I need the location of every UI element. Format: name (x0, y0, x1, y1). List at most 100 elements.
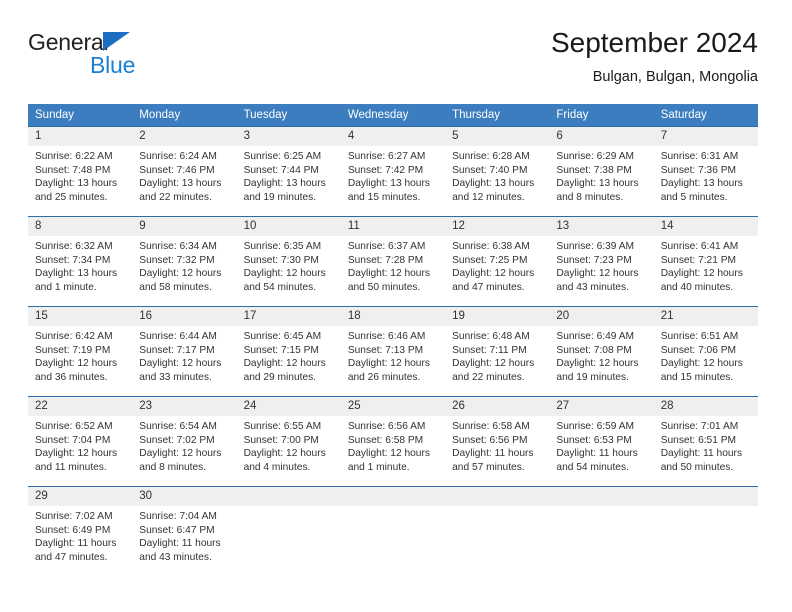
daylight-text-line2: and 29 minutes. (243, 371, 317, 383)
sunrise-text: Sunrise: 6:52 AM (35, 421, 113, 432)
daylight-text-line1: Daylight: 11 hours (35, 538, 117, 550)
day-details: Sunrise: 6:24 AM Sunset: 7:46 PM Daylight:… (132, 146, 236, 204)
calendar-day-cell[interactable]: 14 Sunrise: 6:41 AM Sunset: 7:21 PM Dayligh… (653, 216, 758, 307)
daylight-text-line1: Daylight: 12 hours (139, 448, 222, 460)
daylight-text-line2: and 12 minutes. (452, 191, 525, 203)
day-details: Sunrise: 6:31 AM Sunset: 7:36 PM Daylight:… (654, 146, 758, 204)
daylight-text-line1: Daylight: 12 hours (556, 358, 639, 370)
daylight-text-line2: and 43 minutes. (556, 281, 629, 293)
sunset-text: Sunset: 7:32 PM (139, 254, 215, 266)
calendar-day-cell[interactable]: 25 Sunrise: 6:56 AM Sunset: 6:58 PM Dayligh… (340, 396, 446, 487)
calendar-week-row: 22 Sunrise: 6:52 AM Sunset: 7:04 PM Dayligh… (28, 396, 758, 487)
calendar-day-cell[interactable]: 6 Sunrise: 6:29 AM Sunset: 7:38 PM Daylight… (549, 126, 654, 217)
calendar-table: Sunday Monday Tuesday Wednesday Thursday… (28, 104, 758, 577)
calendar-day-cell[interactable]: 7 Sunrise: 6:31 AM Sunset: 7:36 PM Daylight… (653, 126, 758, 217)
calendar-day-cell[interactable]: 12 Sunrise: 6:38 AM Sunset: 7:25 PM Dayligh… (445, 216, 550, 307)
sunrise-text: Sunrise: 6:44 AM (139, 331, 217, 342)
page-header: General Blue September 2024 Bulgan, Bulg… (28, 26, 758, 96)
daylight-text-line2: and 54 minutes. (556, 461, 629, 473)
day-number: 30 (132, 487, 237, 506)
calendar-week-row: 29 Sunrise: 7:02 AM Sunset: 6:49 PM Dayligh… (28, 486, 758, 577)
day-number: 15 (28, 307, 133, 326)
day-number: 20 (549, 307, 654, 326)
daylight-text-line2: and 57 minutes. (452, 461, 525, 473)
calendar-day-cell[interactable]: 30 Sunrise: 7:04 AM Sunset: 6:47 PM Dayligh… (132, 486, 237, 577)
day-number: 6 (549, 127, 654, 146)
calendar-day-cell[interactable]: 20 Sunrise: 6:49 AM Sunset: 7:08 PM Dayligh… (549, 306, 654, 397)
calendar-week-row: 8 Sunrise: 6:32 AM Sunset: 7:34 PM Daylight… (28, 216, 758, 307)
weekday-header-monday: Monday (132, 104, 237, 127)
daylight-text-line2: and 1 minute. (347, 461, 410, 473)
calendar-day-cell[interactable]: 24 Sunrise: 6:55 AM Sunset: 7:00 PM Dayligh… (236, 396, 341, 487)
calendar-day-cell[interactable]: 27 Sunrise: 6:59 AM Sunset: 6:53 PM Dayligh… (549, 396, 654, 487)
sunset-text: Sunset: 7:48 PM (35, 164, 111, 176)
sunrise-text: Sunrise: 6:38 AM (452, 241, 530, 252)
sunrise-text: Sunrise: 6:42 AM (35, 331, 113, 342)
calendar-day-cell[interactable]: 5 Sunrise: 6:28 AM Sunset: 7:40 PM Daylight… (445, 126, 550, 217)
sunset-text: Sunset: 7:04 PM (35, 434, 111, 446)
daylight-text-line1: Daylight: 12 hours (347, 358, 430, 370)
day-details: Sunrise: 6:48 AM Sunset: 7:11 PM Daylight:… (445, 326, 549, 384)
day-number (340, 487, 446, 506)
calendar-day-cell-empty (236, 486, 341, 577)
sunrise-text: Sunrise: 6:45 AM (243, 331, 322, 342)
day-details: Sunrise: 6:55 AM Sunset: 7:00 PM Daylight:… (237, 416, 341, 474)
calendar-day-cell[interactable]: 22 Sunrise: 6:52 AM Sunset: 7:04 PM Dayligh… (28, 396, 133, 487)
daylight-text-line2: and 11 minutes. (35, 461, 107, 473)
daylight-text-line1: Daylight: 11 hours (139, 538, 221, 550)
sunset-text: Sunset: 7:46 PM (139, 164, 215, 176)
day-number: 18 (340, 307, 446, 326)
day-number (236, 487, 341, 506)
day-details: Sunrise: 6:51 AM Sunset: 7:06 PM Daylight:… (654, 326, 758, 384)
calendar-day-cell[interactable]: 19 Sunrise: 6:48 AM Sunset: 7:11 PM Dayligh… (445, 306, 550, 397)
sunset-text: Sunset: 7:08 PM (556, 344, 632, 356)
calendar-day-cell[interactable]: 1 Sunrise: 6:22 AM Sunset: 7:48 PM Daylight… (28, 126, 133, 217)
calendar-day-cell[interactable]: 17 Sunrise: 6:45 AM Sunset: 7:15 PM Dayligh… (236, 306, 341, 397)
calendar-day-cell[interactable]: 16 Sunrise: 6:44 AM Sunset: 7:17 PM Dayligh… (132, 306, 237, 397)
day-number: 29 (28, 487, 133, 506)
calendar-day-cell[interactable]: 11 Sunrise: 6:37 AM Sunset: 7:28 PM Dayligh… (340, 216, 446, 307)
daylight-text-line2: and 54 minutes. (243, 281, 317, 293)
calendar-day-cell[interactable]: 21 Sunrise: 6:51 AM Sunset: 7:06 PM Dayligh… (653, 306, 758, 397)
calendar-day-cell[interactable]: 28 Sunrise: 7:01 AM Sunset: 6:51 PM Dayligh… (653, 396, 758, 487)
sunset-text: Sunset: 6:51 PM (660, 434, 737, 446)
calendar-day-cell[interactable]: 4 Sunrise: 6:27 AM Sunset: 7:42 PM Daylight… (340, 126, 446, 217)
daylight-text-line2: and 47 minutes. (35, 551, 108, 563)
sunrise-text: Sunrise: 6:27 AM (347, 151, 426, 162)
daylight-text-line2: and 1 minute. (35, 281, 97, 293)
calendar-day-cell[interactable]: 15 Sunrise: 6:42 AM Sunset: 7:19 PM Dayligh… (28, 306, 133, 397)
day-number (549, 487, 654, 506)
calendar-day-cell[interactable]: 18 Sunrise: 6:46 AM Sunset: 7:13 PM Dayligh… (340, 306, 446, 397)
day-details: Sunrise: 6:29 AM Sunset: 7:38 PM Daylight:… (549, 146, 653, 204)
calendar-day-cell[interactable]: 10 Sunrise: 6:35 AM Sunset: 7:30 PM Dayligh… (236, 216, 341, 307)
page-subtitle-location: Bulgan, Bulgan, Mongolia (592, 69, 758, 85)
calendar-day-cell[interactable]: 2 Sunrise: 6:24 AM Sunset: 7:46 PM Daylight… (132, 126, 237, 217)
day-details: Sunrise: 6:42 AM Sunset: 7:19 PM Daylight:… (28, 326, 132, 384)
sunrise-text: Sunrise: 6:48 AM (452, 331, 530, 342)
daylight-text-line1: Daylight: 12 hours (35, 448, 118, 460)
day-number: 9 (132, 217, 237, 236)
calendar-day-cell[interactable]: 29 Sunrise: 7:02 AM Sunset: 6:49 PM Dayligh… (28, 486, 133, 577)
sunrise-text: Sunrise: 6:51 AM (660, 331, 739, 342)
daylight-text-line2: and 4 minutes. (243, 461, 311, 473)
daylight-text-line2: and 26 minutes. (347, 371, 421, 383)
daylight-text-line2: and 58 minutes. (139, 281, 212, 293)
daylight-text-line1: Daylight: 12 hours (660, 268, 743, 280)
calendar-day-cell[interactable]: 13 Sunrise: 6:39 AM Sunset: 7:23 PM Dayligh… (549, 216, 654, 307)
day-details: Sunrise: 6:34 AM Sunset: 7:32 PM Daylight:… (132, 236, 236, 294)
daylight-text-line2: and 33 minutes. (139, 371, 212, 383)
sunrise-text: Sunrise: 7:01 AM (660, 421, 739, 432)
calendar-day-cell[interactable]: 3 Sunrise: 6:25 AM Sunset: 7:44 PM Daylight… (236, 126, 341, 217)
generalblue-logo[interactable]: General Blue (28, 30, 228, 78)
calendar-day-cell[interactable]: 26 Sunrise: 6:58 AM Sunset: 6:56 PM Dayligh… (445, 396, 550, 487)
sunset-text: Sunset: 6:58 PM (347, 434, 424, 446)
calendar-page: General Blue September 2024 Bulgan, Bulg… (0, 0, 792, 612)
sunrise-text: Sunrise: 6:24 AM (139, 151, 217, 162)
sunrise-text: Sunrise: 6:54 AM (139, 421, 217, 432)
sunrise-text: Sunrise: 6:28 AM (452, 151, 530, 162)
daylight-text-line2: and 50 minutes. (347, 281, 421, 293)
calendar-day-cell[interactable]: 8 Sunrise: 6:32 AM Sunset: 7:34 PM Daylight… (28, 216, 133, 307)
calendar-day-cell[interactable]: 9 Sunrise: 6:34 AM Sunset: 7:32 PM Daylight… (132, 216, 237, 307)
sunset-text: Sunset: 6:56 PM (452, 434, 528, 446)
calendar-day-cell[interactable]: 23 Sunrise: 6:54 AM Sunset: 7:02 PM Dayligh… (132, 396, 237, 487)
